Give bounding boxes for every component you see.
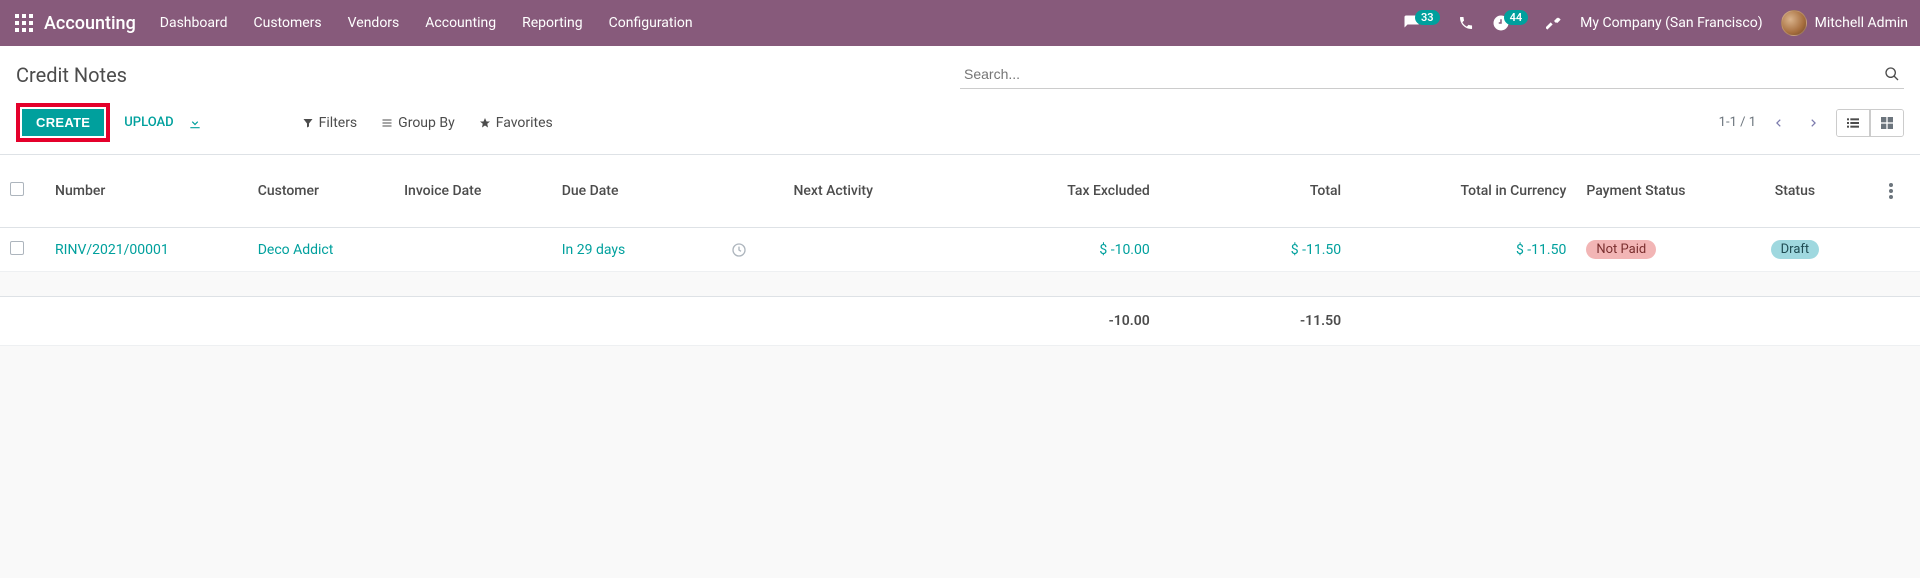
cell-due-date: In 29 days (562, 242, 625, 258)
groupby-label: Group By (398, 115, 455, 131)
select-all-checkbox[interactable] (10, 182, 24, 196)
pager-next[interactable] (1802, 112, 1824, 134)
page-title: Credit Notes (16, 63, 127, 87)
star-icon (479, 117, 491, 129)
create-button[interactable]: CREATE (22, 109, 104, 136)
table-footer-row: -10.00 -11.50 (0, 297, 1920, 346)
app-brand[interactable]: Accounting (44, 13, 136, 34)
chevron-left-icon (1774, 116, 1784, 130)
user-menu[interactable]: Mitchell Admin (1781, 10, 1908, 36)
col-payment-status[interactable]: Payment Status (1576, 155, 1710, 228)
row-checkbox[interactable] (10, 241, 24, 255)
debug-systray[interactable] (1546, 15, 1562, 31)
dots-vertical-icon (1889, 183, 1893, 199)
nav-menu: Dashboard Customers Vendors Accounting R… (160, 15, 693, 31)
company-selector[interactable]: My Company (San Francisco) (1580, 15, 1762, 31)
view-switcher (1836, 109, 1904, 137)
col-tax-excluded[interactable]: Tax Excluded (946, 155, 1160, 228)
footer-total: -11.50 (1160, 297, 1351, 346)
col-customer[interactable]: Customer (248, 155, 394, 228)
nav-reporting[interactable]: Reporting (522, 15, 583, 31)
user-name: Mitchell Admin (1815, 15, 1908, 31)
table-gap (0, 272, 1920, 297)
control-panel: Credit Notes CREATE UPLOAD Filters (0, 46, 1920, 155)
topnav-right: 33 44 My Company (San Francisco) Mitchel… (1403, 10, 1908, 36)
pager-text: 1-1 / 1 (1719, 115, 1756, 130)
upload-button[interactable]: UPLOAD (124, 115, 173, 130)
chevron-right-icon (1808, 116, 1818, 130)
cell-total: $ -11.50 (1291, 242, 1341, 258)
view-kanban-button[interactable] (1870, 110, 1903, 136)
cell-invoice-date (394, 228, 552, 272)
nav-accounting[interactable]: Accounting (425, 15, 496, 31)
kanban-view-icon (1879, 115, 1895, 131)
nav-customers[interactable]: Customers (254, 15, 322, 31)
col-due-date[interactable]: Due Date (552, 155, 721, 228)
payment-status-badge: Not Paid (1586, 240, 1656, 259)
list-view-icon (1845, 115, 1861, 131)
nav-dashboard[interactable]: Dashboard (160, 15, 228, 31)
phone-icon (1458, 15, 1474, 31)
favorites-label: Favorites (496, 115, 553, 131)
table-header-row: Number Customer Invoice Date Due Date Ne… (0, 155, 1920, 228)
topnav: Accounting Dashboard Customers Vendors A… (0, 0, 1920, 46)
apps-icon[interactable] (12, 11, 36, 35)
cell-number[interactable]: RINV/2021/00001 (55, 242, 169, 258)
activities-systray[interactable]: 44 (1492, 14, 1529, 32)
download-icon[interactable] (188, 116, 202, 130)
col-status[interactable]: Status (1710, 155, 1879, 228)
activity-icon[interactable] (731, 242, 936, 258)
cp-right: 1-1 / 1 (1719, 109, 1904, 137)
columns-kebab[interactable] (1889, 163, 1910, 219)
phone-systray[interactable] (1458, 15, 1474, 31)
avatar (1781, 10, 1807, 36)
messages-badge: 33 (1415, 10, 1440, 25)
filters-button[interactable]: Filters (302, 115, 358, 131)
list-view: Number Customer Invoice Date Due Date Ne… (0, 155, 1920, 346)
search-options: Filters Group By Favorites (302, 115, 561, 131)
status-badge: Draft (1771, 240, 1820, 259)
wrench-icon (1546, 15, 1562, 31)
col-total-currency[interactable]: Total in Currency (1351, 155, 1576, 228)
footer-tax-excluded: -10.00 (946, 297, 1160, 346)
cell-total-currency: $ -11.50 (1516, 242, 1566, 258)
nav-vendors[interactable]: Vendors (348, 15, 400, 31)
create-highlight: CREATE (16, 103, 110, 142)
col-total[interactable]: Total (1160, 155, 1351, 228)
groupby-button[interactable]: Group By (381, 115, 455, 131)
toolbar-buttons: CREATE UPLOAD (16, 103, 202, 142)
messages-systray[interactable]: 33 (1403, 14, 1440, 32)
clock-outline-icon (731, 242, 747, 258)
funnel-icon (302, 117, 314, 129)
nav-configuration[interactable]: Configuration (609, 15, 693, 31)
view-list-button[interactable] (1837, 110, 1870, 136)
table-row[interactable]: RINV/2021/00001 Deco Addict In 29 days $… (0, 228, 1920, 272)
search-container (960, 60, 1904, 89)
search-input[interactable] (960, 60, 1880, 88)
col-invoice-date[interactable]: Invoice Date (394, 155, 552, 228)
search-icon[interactable] (1880, 62, 1904, 86)
list-icon (381, 117, 393, 129)
col-number[interactable]: Number (45, 155, 248, 228)
cell-customer[interactable]: Deco Addict (258, 242, 334, 258)
favorites-button[interactable]: Favorites (479, 115, 553, 131)
filters-label: Filters (319, 115, 358, 131)
pager-prev[interactable] (1768, 112, 1790, 134)
cell-tax-excluded: $ -10.00 (1099, 242, 1149, 258)
activities-badge: 44 (1504, 10, 1529, 25)
col-next-activity[interactable]: Next Activity (721, 155, 946, 228)
